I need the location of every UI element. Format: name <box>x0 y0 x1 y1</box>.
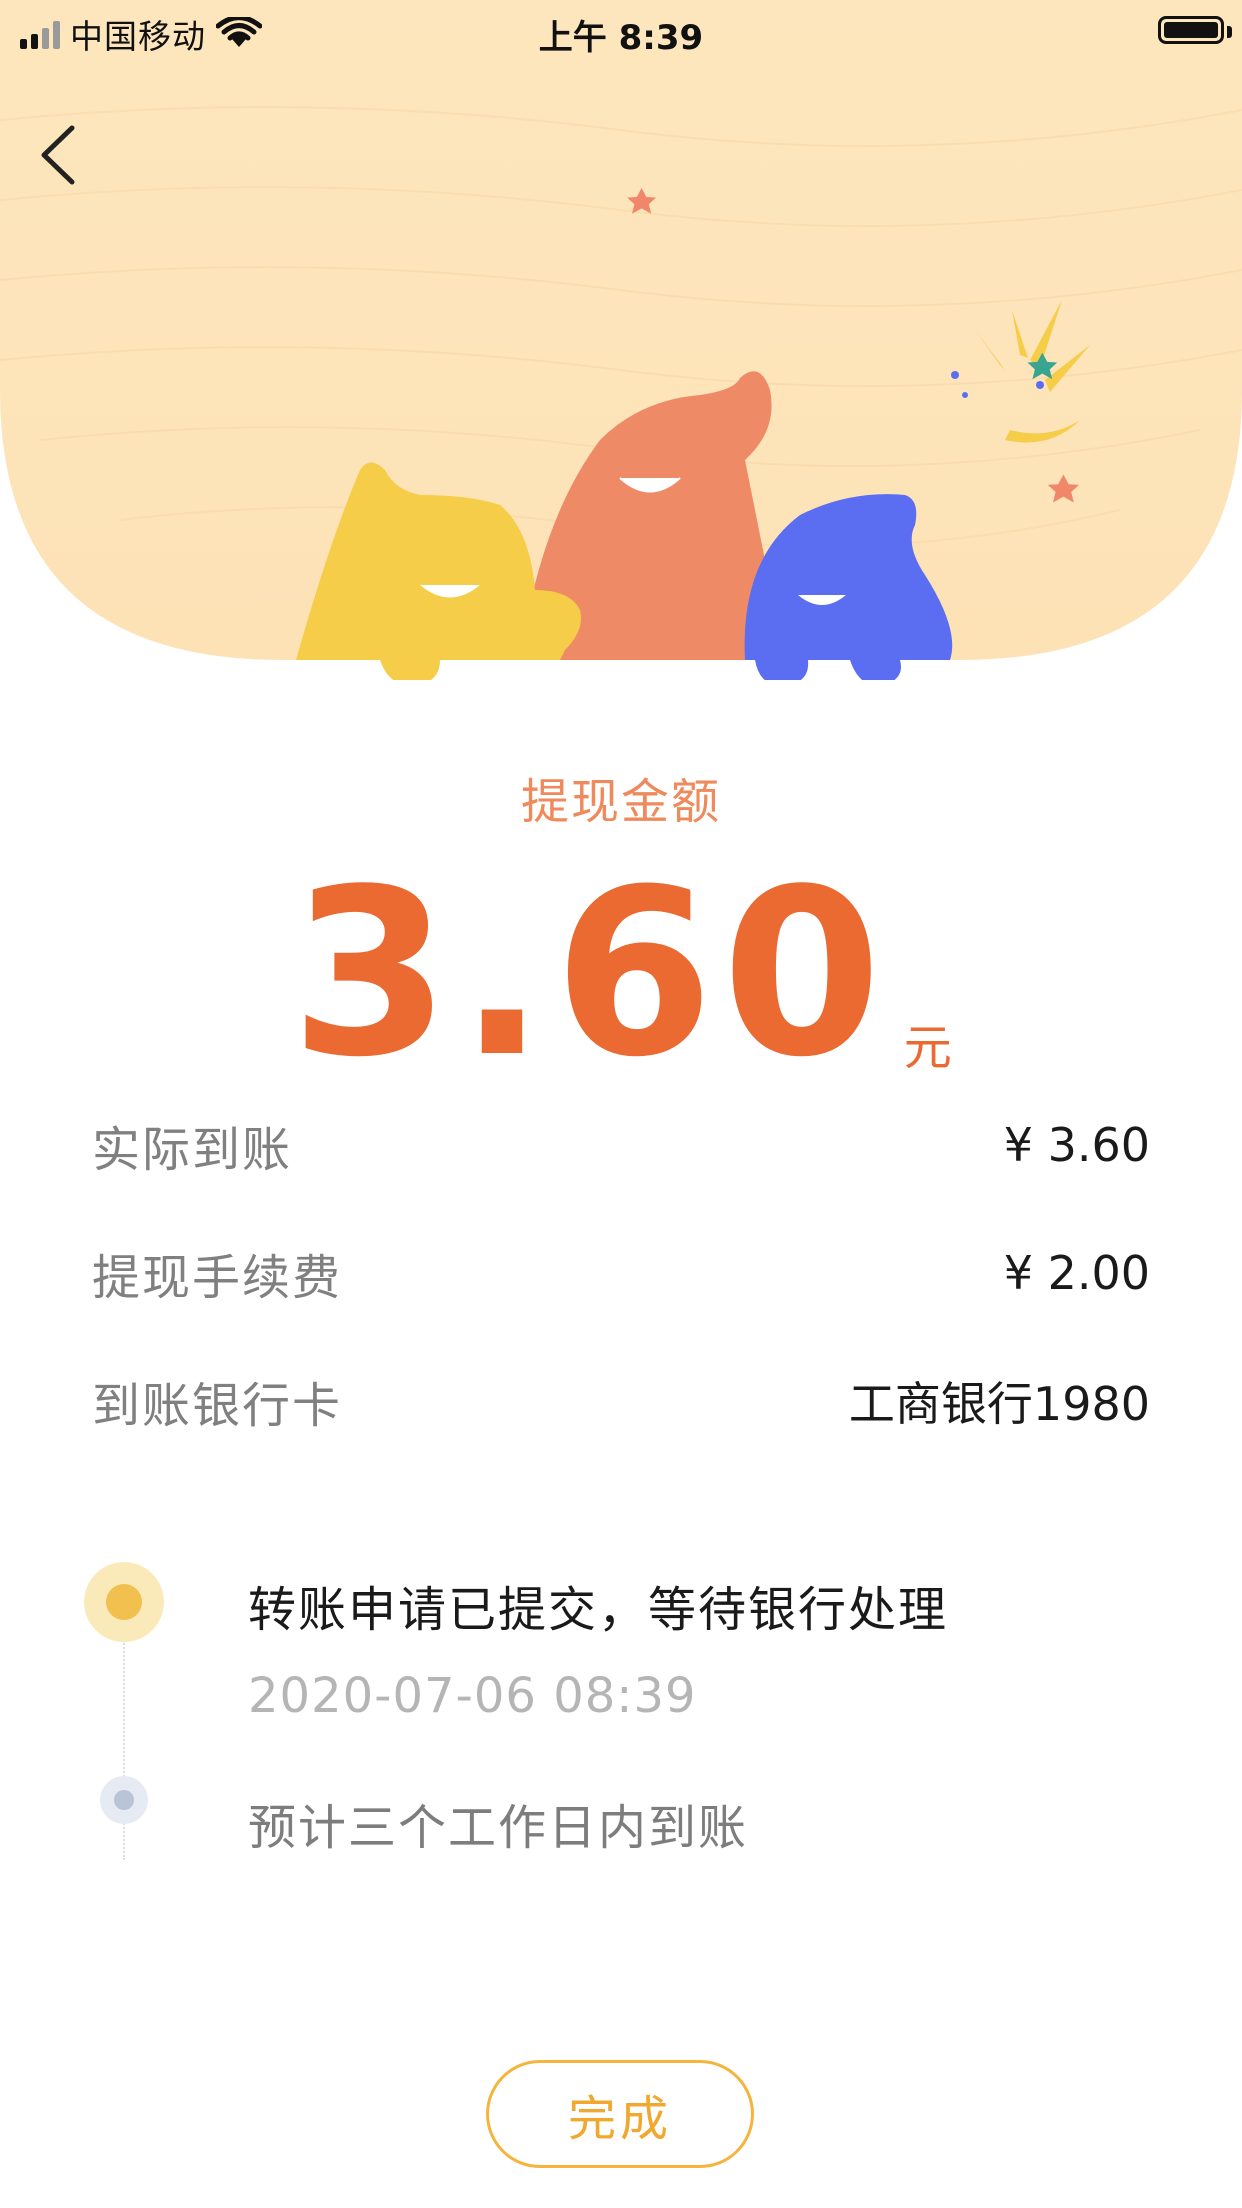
detail-value: 工商银行1980 <box>848 1377 1150 1431</box>
timeline-submitted-time: 2020-07-06 08:39 <box>248 1668 697 1724</box>
timeline-connector <box>123 1640 125 1860</box>
withdraw-result-screen: 中国移动 上午 8:39 提现金额 3.60 元 实际到账 ¥ 3.60 提现手续… <box>0 0 1242 2208</box>
detail-value: ¥ 2.00 <box>1003 1246 1150 1300</box>
detail-label: 实际到账 <box>92 1122 293 1178</box>
detail-label: 到账银行卡 <box>92 1378 343 1434</box>
timeline-submitted-title: 转账申请已提交，等待银行处理 <box>248 1582 949 1638</box>
amount-row: 3.60 元 <box>0 860 1242 1090</box>
battery-nub <box>1227 26 1232 38</box>
detail-label: 提现手续费 <box>92 1250 343 1306</box>
amount-value: 3.60 <box>290 841 890 1108</box>
back-button[interactable] <box>30 120 90 190</box>
header-illustration <box>0 0 1242 680</box>
done-button[interactable]: 完成 <box>486 2060 754 2168</box>
status-time: 上午 8:39 <box>538 18 704 58</box>
amount-unit: 元 <box>903 1020 952 1076</box>
detail-row-fee: 提现手续费 ¥ 2.00 <box>92 1238 1150 1308</box>
amount-title: 提现金额 <box>520 774 721 830</box>
status-bar: 中国移动 上午 8:39 <box>0 0 1242 62</box>
detail-value: ¥ 3.60 <box>1003 1118 1150 1172</box>
detail-row-bank-card: 到账银行卡 工商银行1980 <box>92 1366 1150 1436</box>
timeline-pending-title: 预计三个工作日内到账 <box>248 1800 749 1856</box>
detail-row-actual: 实际到账 ¥ 3.60 <box>92 1110 1150 1180</box>
chevron-left-icon <box>41 125 75 185</box>
timeline-active-dot-core <box>106 1584 142 1620</box>
battery-icon <box>1158 16 1224 44</box>
timeline-pending-dot-core <box>114 1790 134 1810</box>
